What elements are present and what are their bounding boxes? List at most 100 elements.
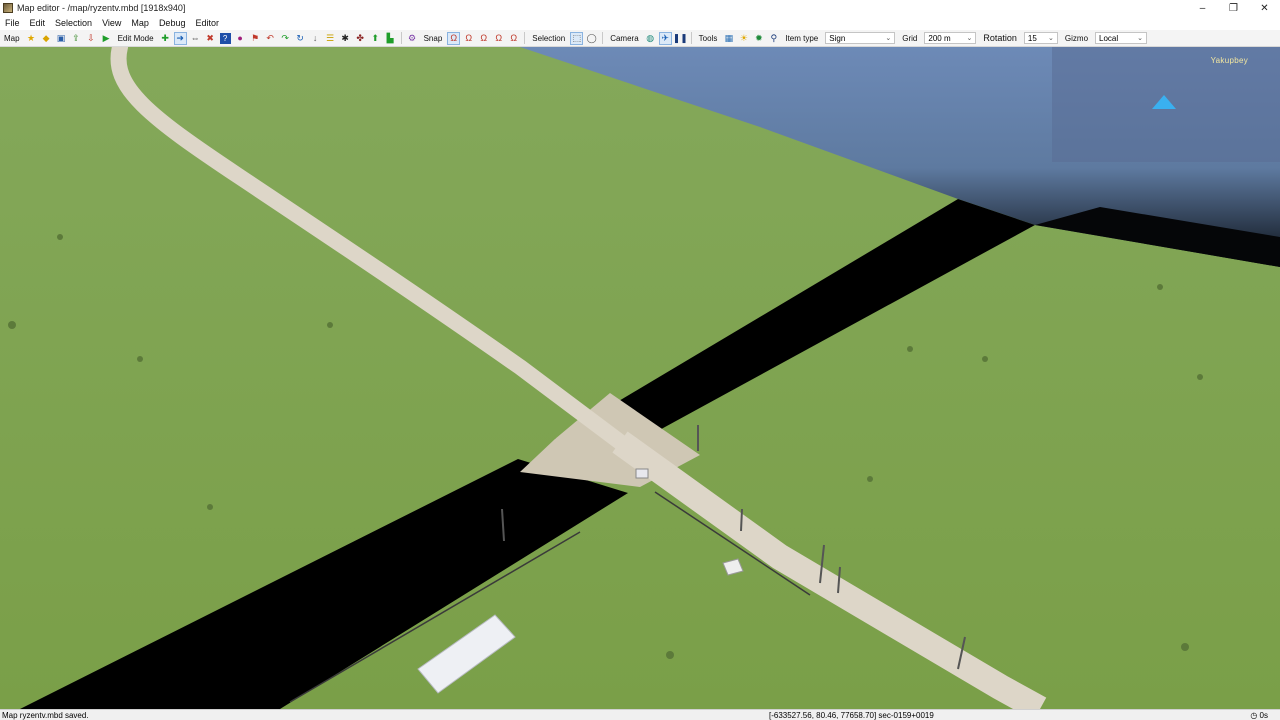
snap-a-icon[interactable]: Ω: [447, 31, 461, 45]
new-map-icon[interactable]: ◆: [41, 33, 52, 44]
gizmo-label: Gizmo: [1064, 33, 1089, 43]
bush: [666, 651, 674, 659]
grid-value: 200 m: [928, 33, 951, 43]
gizmo-select[interactable]: Local ⌄: [1095, 32, 1148, 44]
status-bar: Map ryzentv.mbd saved. [-633527.56, 80.4…: [0, 709, 1280, 720]
tool-e-icon[interactable]: ⬆: [370, 33, 381, 44]
map-group-label: Map: [4, 33, 20, 43]
star-icon[interactable]: ★: [26, 33, 37, 44]
pole: [740, 508, 743, 532]
snap-c-icon[interactable]: Ω: [478, 33, 489, 44]
snap-toggle-icon[interactable]: ⚙: [407, 33, 418, 44]
rotate-icon[interactable]: ⇔: [190, 33, 201, 44]
tool-a-icon[interactable]: ↓: [310, 33, 321, 44]
grid-tool-icon[interactable]: ▦: [723, 33, 734, 44]
import-icon[interactable]: ⇩: [86, 33, 97, 44]
main-toolbar: Map ★ ◆ ▣ ⇪ ⇩ ▶ Edit Mode ✚ ➜ ⇔ ✖ ? ● ⚑ …: [0, 30, 1280, 47]
rotation-label: Rotation: [983, 33, 1017, 43]
rotation-value: 15: [1027, 33, 1037, 43]
snap-e-icon[interactable]: Ω: [508, 33, 519, 44]
search-icon[interactable]: ⚲: [768, 33, 779, 44]
clock-icon: ◷: [1250, 710, 1260, 720]
redo-icon[interactable]: ↷: [280, 33, 291, 44]
title-bar: Map editor - /map/ryzentv.mbd [1918x940]…: [0, 0, 1280, 16]
bush: [207, 504, 213, 510]
toolbar-separator: [690, 32, 692, 44]
move-icon[interactable]: ➜: [173, 31, 187, 45]
edit-mode-label: Edit Mode: [117, 33, 154, 43]
save-icon[interactable]: ▣: [56, 33, 67, 44]
export-icon[interactable]: ⇪: [71, 33, 82, 44]
add-icon[interactable]: ✚: [160, 33, 171, 44]
toolbar-separator: [602, 32, 604, 44]
select-rect-icon[interactable]: ⬚: [570, 31, 584, 45]
player-arrow-icon: [1152, 95, 1176, 109]
undo-icon[interactable]: ↶: [265, 33, 276, 44]
sun-icon[interactable]: ☀: [738, 33, 749, 44]
menu-view[interactable]: View: [97, 18, 126, 28]
bush: [57, 234, 63, 240]
grid-label: Grid: [902, 33, 918, 43]
play-icon[interactable]: ▶: [101, 33, 112, 44]
tool-f-icon[interactable]: ▙: [385, 33, 396, 44]
minimap[interactable]: Yakupbey: [1052, 47, 1280, 162]
maximize-button[interactable]: ❐: [1218, 0, 1249, 16]
menu-selection[interactable]: Selection: [50, 18, 97, 28]
menu-edit[interactable]: Edit: [25, 18, 51, 28]
small-sign-object: [635, 468, 649, 479]
menu-bar: File Edit Selection View Map Debug Edito…: [0, 16, 1280, 30]
bush: [982, 356, 988, 362]
gizmo-value: Local: [1099, 33, 1119, 43]
chevron-down-icon: ⌄: [1048, 35, 1054, 42]
bush: [327, 322, 333, 328]
camera-label: Camera: [610, 33, 639, 43]
rotation-select[interactable]: 15 ⌄: [1023, 32, 1058, 44]
chevron-down-icon: ⌄: [1137, 35, 1144, 42]
status-message: Map ryzentv.mbd saved.: [2, 710, 89, 720]
record-icon[interactable]: ●: [235, 33, 246, 44]
help-icon[interactable]: ?: [219, 32, 231, 44]
menu-editor[interactable]: Editor: [190, 18, 224, 28]
bush: [907, 346, 913, 352]
timer-value: 0s: [1259, 710, 1268, 720]
snap-label: Snap: [423, 33, 443, 43]
bush: [867, 476, 873, 482]
snap-b-icon[interactable]: Ω: [463, 33, 474, 44]
bush: [1157, 284, 1163, 290]
snap-d-icon[interactable]: Ω: [493, 33, 504, 44]
orbit-icon[interactable]: ◍: [645, 33, 656, 44]
status-timer: ◷ 0s: [1250, 711, 1268, 720]
bush: [1197, 374, 1203, 380]
flag-icon[interactable]: ⚑: [250, 33, 261, 44]
gear-icon[interactable]: ✹: [753, 33, 764, 44]
bush: [137, 356, 143, 362]
tool-d-icon[interactable]: ✤: [355, 33, 366, 44]
chevron-down-icon: ⌄: [885, 35, 892, 42]
toolbar-separator: [400, 32, 402, 44]
grid-select[interactable]: 200 m ⌄: [924, 32, 977, 44]
window-title: Map editor - /map/ryzentv.mbd [1918x940]: [17, 3, 186, 13]
tool-b-icon[interactable]: ☰: [325, 33, 336, 44]
close-button[interactable]: ✕: [1249, 0, 1280, 16]
map-viewport[interactable]: Yakupbey: [0, 47, 1280, 709]
tools-label: Tools: [698, 33, 718, 43]
tool-c-icon[interactable]: ✱: [340, 33, 351, 44]
menu-file[interactable]: File: [0, 18, 25, 28]
minimap-place-label: Yakupbey: [1210, 56, 1248, 65]
delete-icon[interactable]: ✖: [205, 33, 216, 44]
chevron-down-icon: ⌄: [966, 35, 973, 42]
item-type-label: Item type: [785, 33, 819, 43]
cursor-coordinates: [-633527.56, 80.46, 77658.70] sec-0159+0…: [769, 710, 934, 720]
fly-icon[interactable]: ✈: [658, 31, 672, 45]
toolbar-separator: [524, 32, 526, 44]
refresh-icon[interactable]: ↻: [295, 33, 306, 44]
item-type-value: Sign: [829, 33, 846, 43]
item-type-select[interactable]: Sign ⌄: [825, 32, 896, 44]
menu-map[interactable]: Map: [126, 18, 154, 28]
menu-debug[interactable]: Debug: [154, 18, 191, 28]
selection-label: Selection: [532, 33, 566, 43]
window-controls: – ❐ ✕: [1187, 0, 1280, 16]
pause-icon[interactable]: ❚❚: [673, 33, 688, 44]
lasso-icon[interactable]: ◯: [586, 33, 597, 44]
minimize-button[interactable]: –: [1187, 0, 1218, 16]
